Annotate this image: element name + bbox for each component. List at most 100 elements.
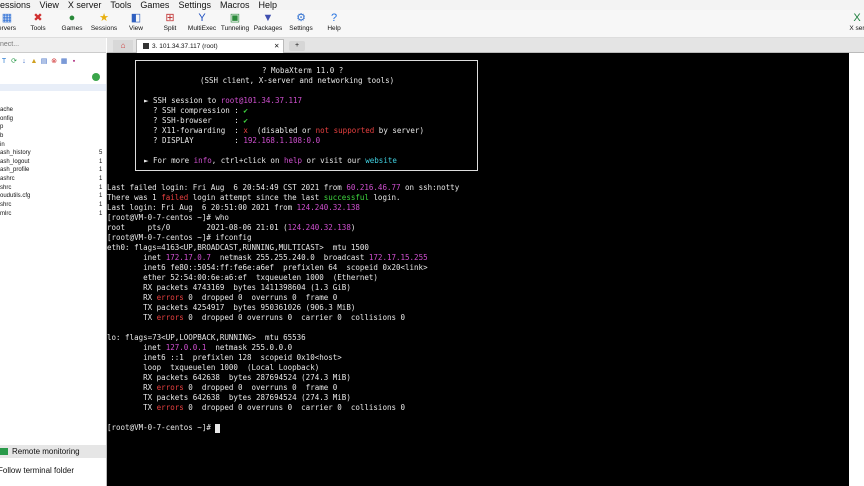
terminal-text: 0 dropped 0 overruns 0 carrier 0 collisi… xyxy=(183,313,406,322)
terminal-text: ✔ xyxy=(243,116,248,125)
file-row[interactable]: ache xyxy=(0,106,106,115)
quick-connect-input[interactable]: nect... xyxy=(0,38,106,52)
file-row[interactable]: p xyxy=(0,123,106,132)
toolbar-button-split[interactable]: ⊞ Split xyxy=(153,11,187,32)
terminal-text: 192.168.1.108:0.0 xyxy=(243,136,321,145)
terminal-line: (SSH client, X-server and networking too… xyxy=(200,76,394,86)
tunneling-icon: ▣ xyxy=(229,12,241,24)
file-row[interactable]: oudutils.cfg 1 xyxy=(0,192,106,201)
file-row[interactable]: ashrc 1 xyxy=(0,175,106,184)
toolbar-button-label: X ser xyxy=(849,25,864,32)
terminal-line: inet 172.17.0.7 netmask 255.255.240.0 br… xyxy=(107,253,428,263)
packages-icon: ▼ xyxy=(262,12,274,24)
remote-monitoring-button[interactable]: Remote monitoring xyxy=(0,445,106,458)
toolbar-button-games[interactable]: ● Games xyxy=(55,11,89,32)
file-row[interactable]: b xyxy=(0,132,106,141)
split-icon: ⊞ xyxy=(165,12,175,24)
file-row[interactable]: in xyxy=(0,141,106,150)
terminal-text: 0 dropped 0 overruns 0 carrier 0 collisi… xyxy=(183,403,406,412)
menu-item-settings[interactable]: Settings xyxy=(178,0,211,10)
menu-bar: Sessions View X server Tools Games Settings Ma… xyxy=(0,0,864,10)
file-row[interactable]: mlrc 1 xyxy=(0,210,106,219)
terminal-text: RX packets 642638 bytes 287694524 (274.3… xyxy=(107,373,351,382)
text-cursor xyxy=(215,423,221,433)
toolbar-button-label: Split xyxy=(163,25,177,32)
toolbar-button-packages[interactable]: ▼ Packages xyxy=(251,11,285,32)
file-size: 1 xyxy=(99,184,103,191)
toolbar-button-label: MultiExec xyxy=(187,25,217,32)
toolbar-button-view[interactable]: ◧ View xyxy=(119,11,153,32)
file-row[interactable]: shrc 1 xyxy=(0,184,106,193)
terminal-text: There was 1 xyxy=(107,193,162,202)
menu-item-games[interactable]: Games xyxy=(140,0,169,10)
delete-icon[interactable]: ⊗ xyxy=(50,58,58,66)
terminal-line: ► SSH session to root@101.34.37.117 xyxy=(144,96,302,106)
terminal-line: Last login: Fri Aug 6 20:51:00 2021 from… xyxy=(107,203,360,213)
terminal-text: TX packets 4254917 bytes 950361026 (906.… xyxy=(107,303,356,312)
file-name: onfig xyxy=(0,115,14,122)
file-row[interactable]: ash_history 5 xyxy=(0,149,106,158)
download-icon[interactable]: ↓ xyxy=(20,58,28,66)
terminal-line: RX packets 4743169 bytes 1411398604 (1.3… xyxy=(107,283,351,293)
toolbar-button-sessions[interactable]: ★ Sessions xyxy=(87,11,121,32)
terminal-line: ? X11-forwarding : x (disabled or not su… xyxy=(144,126,424,136)
file-row[interactable]: onfig xyxy=(0,115,106,124)
menu-item-view[interactable]: View xyxy=(40,0,59,10)
terminal-text: ? SSH compression : xyxy=(144,106,244,115)
terminal-text: lo: flags=73<UP,LOOPBACK,RUNNING> mtu 65… xyxy=(107,333,306,342)
file-size: 5 xyxy=(99,150,103,157)
terminal-line: There was 1 failed login attempt since t… xyxy=(107,193,401,203)
terminal-text: (disabled or xyxy=(247,126,316,135)
menu-item-help[interactable]: Help xyxy=(258,0,277,10)
properties-icon[interactable]: ▪ xyxy=(70,58,78,66)
close-icon[interactable]: ✕ xyxy=(274,40,279,53)
new-file-icon[interactable]: ▤ xyxy=(40,58,48,66)
terminal-scrollbar[interactable] xyxy=(849,53,864,486)
terminal-text: 0 dropped 0 overruns 0 frame 0 xyxy=(183,293,338,302)
terminal-line: [root@VM-0-7-centos ~]# who xyxy=(107,213,229,223)
toolbar-button-settings[interactable]: ⚙ Settings xyxy=(284,11,318,32)
session-tab[interactable]: 3. 101.34.37.117 (root) ✕ xyxy=(136,39,284,53)
main-toolbar: ▦ervers✖Tools●Games★Sessions◧View⊞SplitY… xyxy=(0,10,864,38)
menu-item-tools[interactable]: Tools xyxy=(110,0,131,10)
file-size: 1 xyxy=(99,176,103,183)
terminal-text: failed xyxy=(161,193,189,202)
terminal-line: ? DISPLAY : 192.168.1.108:0.0 xyxy=(144,136,320,146)
terminal-text: RX xyxy=(107,383,157,392)
terminal-text: on ssh:notty xyxy=(400,183,460,192)
file-row[interactable]: shrc 1 xyxy=(0,201,106,210)
terminal-text: RX xyxy=(107,293,157,302)
home-tab[interactable]: ⌂ xyxy=(113,40,133,52)
folder-up-icon[interactable]: T xyxy=(0,58,8,66)
terminal-line: TX packets 4254917 bytes 950361026 (906.… xyxy=(107,303,355,313)
terminal-text: TX xyxy=(107,313,157,322)
toolbar-button-x-ser[interactable]: XX ser xyxy=(840,11,864,32)
menu-item-macros[interactable]: Macros xyxy=(220,0,250,10)
follow-terminal-folder-checkbox[interactable]: Follow terminal folder xyxy=(0,465,106,477)
new-tab-button[interactable]: + xyxy=(289,41,305,51)
terminal-text: ► SSH session to xyxy=(144,96,221,105)
terminal[interactable]: ? MobaXterm 11.0 ? (SSH client, X-server … xyxy=(107,53,864,486)
new-folder-icon[interactable]: ▦ xyxy=(60,58,68,66)
terminal-text: loop txqueuelen 1000 (Local Loopback) xyxy=(107,363,320,372)
menu-item-x-server[interactable]: X server xyxy=(68,0,102,10)
home-icon: ⌂ xyxy=(120,41,126,50)
toolbar-button-tunneling[interactable]: ▣ Tunneling xyxy=(218,11,252,32)
multiexec-icon: Y xyxy=(198,12,206,24)
refresh-icon[interactable]: ⟳ xyxy=(10,58,18,66)
toolbar-button-multiexec[interactable]: Y MultiExec xyxy=(185,11,219,32)
terminal-text: 127.0.0.1 xyxy=(165,343,207,352)
toolbar-button-label: Sessions xyxy=(90,25,118,32)
toolbar-button-tools[interactable]: ✖ Tools xyxy=(21,11,55,32)
upload-icon[interactable]: ▲ xyxy=(30,58,38,66)
file-row[interactable]: ash_profile 1 xyxy=(0,166,106,175)
terminal-line: inet6 ::1 prefixlen 128 scopeid 0x10<hos… xyxy=(107,353,342,363)
terminal-text: TX xyxy=(107,403,157,412)
file-size: 1 xyxy=(99,202,103,209)
file-name: oudutils.cfg xyxy=(0,193,31,200)
file-row[interactable]: ash_logout 1 xyxy=(0,158,106,167)
terminal-line: ► For more info, ctrl+click on help or v… xyxy=(144,156,397,166)
menu-item-sessions[interactable]: Sessions xyxy=(0,0,31,10)
help-icon: ? xyxy=(330,12,338,24)
toolbar-button-help[interactable]: ? Help xyxy=(317,11,351,32)
